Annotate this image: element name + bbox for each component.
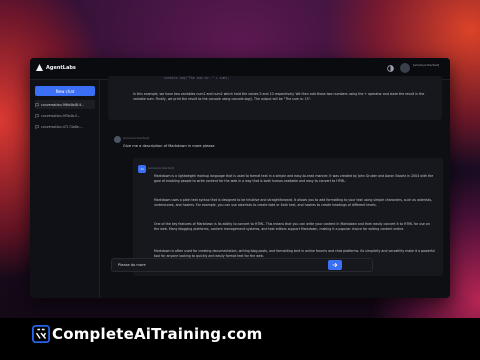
send-icon [332, 262, 338, 268]
conversation-label: conversation-9f6d4b48-9... [41, 102, 85, 107]
conversation-item[interactable]: conversation-9f6d4b48-9... [35, 100, 95, 109]
banner-text[interactable]: CompleteAiTraining.com [52, 325, 263, 343]
ai-paragraph: Markdown uses a plain text syntax that i… [154, 198, 433, 207]
user-avatar[interactable] [400, 63, 410, 73]
ai-paragraph: Markdown is a lightweight markup languag… [154, 174, 434, 183]
user-message-name: [email protected] [123, 136, 150, 140]
previous-ai-message: console.log("The sum is: " + sum); In th… [108, 76, 442, 120]
app-logo[interactable]: AgentLabs [36, 64, 76, 71]
chat-bubble-icon [35, 113, 39, 118]
code-snippet: console.log("The sum is: " + sum); [164, 76, 230, 80]
conversation-label: conversation-9f3b4b-0... [41, 113, 81, 118]
new-chat-button[interactable]: New chat [35, 86, 95, 96]
chat-bubble-icon [35, 102, 39, 107]
message-paragraph: In this example, we have two variables n… [133, 92, 425, 101]
app-window: AgentLabs [email protected] New chat con… [30, 58, 450, 298]
logo-icon [36, 64, 43, 71]
ai-avatar: AI [138, 165, 146, 173]
user-message-avatar [114, 136, 121, 143]
message-input-value: Please do more [118, 263, 146, 267]
user-message-text: Give me a description of Markdown in mor… [123, 144, 215, 148]
app-name: AgentLabs [46, 64, 76, 71]
conversation-item[interactable]: conversation-9f3b4b-0... [35, 111, 95, 120]
banner-logo-icon [32, 325, 50, 343]
sidebar: New chat conversation-9f6d4b48-9... conv… [30, 80, 100, 298]
chat-bubble-icon [35, 124, 39, 129]
conversation-item[interactable]: conversation-47174a8e-... [35, 122, 95, 131]
ai-paragraph: One of the key features of Markdown is i… [154, 222, 430, 231]
user-email[interactable]: [email protected] [413, 63, 449, 67]
send-button[interactable] [328, 260, 342, 270]
theme-toggle-icon[interactable] [386, 64, 395, 73]
conversation-label: conversation-47174a8e-... [41, 124, 84, 129]
ai-message-name: [email protected] [148, 166, 175, 170]
